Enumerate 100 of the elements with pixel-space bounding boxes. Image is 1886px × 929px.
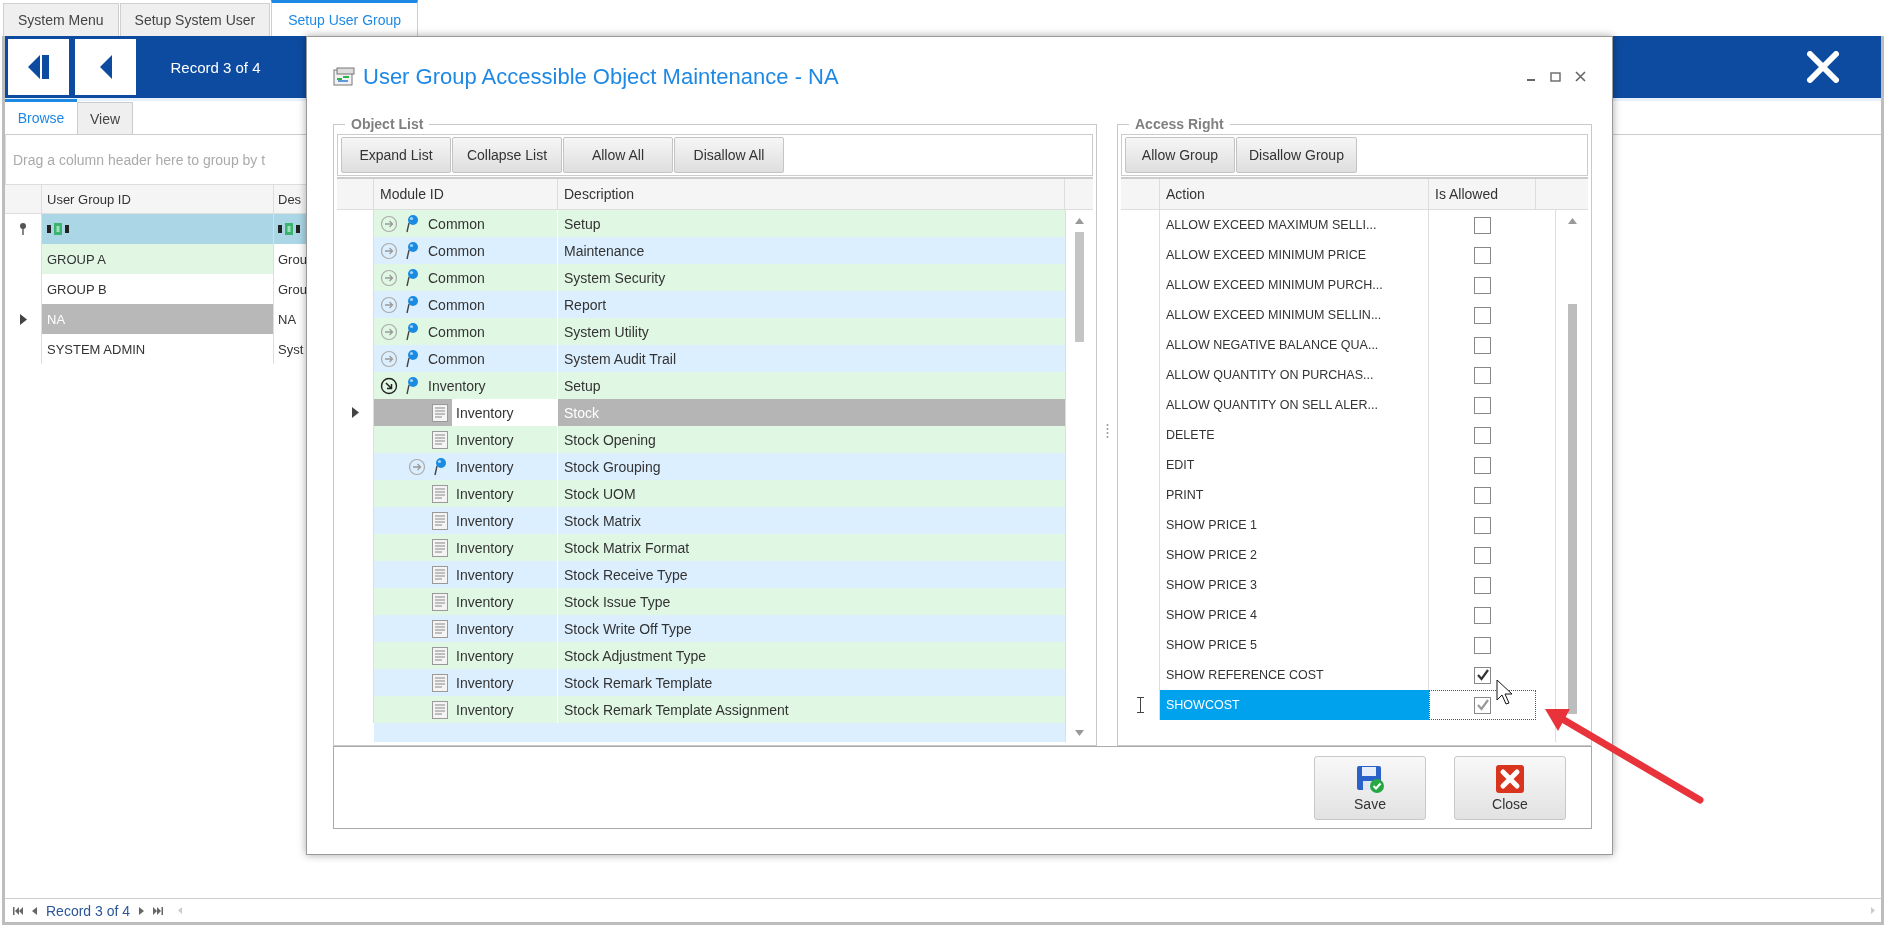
table-row[interactable]: ALLOW EXCEED MINIMUM PURCH... xyxy=(1121,270,1555,300)
checkbox[interactable] xyxy=(1474,306,1491,324)
scroll-up-icon[interactable] xyxy=(1075,218,1084,224)
tree-row[interactable]: Common System Security xyxy=(337,264,1065,291)
expand-icon[interactable] xyxy=(380,241,398,260)
column-header[interactable]: Action xyxy=(1160,179,1429,209)
close-icon[interactable] xyxy=(1575,71,1586,82)
tree-row[interactable]: Common Maintenance xyxy=(337,237,1065,264)
tree-row[interactable]: Inventory Stock Matrix Format xyxy=(337,534,1065,561)
table-row[interactable]: PRINT xyxy=(1121,480,1555,510)
checkbox[interactable] xyxy=(1474,216,1491,234)
previous-record-button[interactable] xyxy=(72,36,139,98)
tree-row[interactable]: Inventory Stock Opening xyxy=(337,426,1065,453)
collapse-icon[interactable] xyxy=(380,376,398,395)
expand-icon[interactable] xyxy=(380,295,398,314)
column-header[interactable]: Is Allowed xyxy=(1429,179,1536,209)
checkbox[interactable] xyxy=(1474,636,1491,654)
table-row[interactable]: ALLOW EXCEED MINIMUM SELLIN... xyxy=(1121,300,1555,330)
column-header[interactable]: Des xyxy=(274,185,308,213)
table-row[interactable]: SHOW PRICE 3 xyxy=(1121,570,1555,600)
checkbox[interactable] xyxy=(1474,246,1491,264)
last-record-icon[interactable] xyxy=(153,906,164,915)
scroll-down-icon[interactable] xyxy=(1075,730,1084,736)
checkbox[interactable] xyxy=(1474,606,1491,624)
table-cell: EDIT xyxy=(1160,450,1429,480)
tree-row[interactable]: Inventory Stock UOM xyxy=(337,480,1065,507)
scrollbar-thumb[interactable] xyxy=(1075,232,1084,342)
next-icon[interactable] xyxy=(139,906,145,915)
checkbox[interactable] xyxy=(1474,396,1491,414)
table-row[interactable]: SYSTEM ADMIN Syst xyxy=(5,334,308,364)
expand-icon[interactable] xyxy=(380,349,398,368)
tree-row[interactable]: Inventory Stock Grouping xyxy=(337,453,1065,480)
tree-row[interactable]: Inventory Stock Write Off Type xyxy=(337,615,1065,642)
text-filter-icon[interactable] xyxy=(47,223,69,235)
checkbox[interactable] xyxy=(1474,546,1491,564)
checkbox[interactable] xyxy=(1474,516,1491,534)
previous-icon[interactable] xyxy=(32,906,37,915)
toolbar-button[interactable]: Expand List xyxy=(341,137,451,173)
tree-row[interactable]: Inventory Stock Adjustment Type xyxy=(337,642,1065,669)
table-row[interactable]: ALLOW QUANTITY ON PURCHAS... xyxy=(1121,360,1555,390)
table-row[interactable]: DELETE xyxy=(1121,420,1555,450)
checkbox[interactable] xyxy=(1474,696,1491,714)
tree-row[interactable]: Inventory Stock Remark Template xyxy=(337,669,1065,696)
tree-row[interactable]: Inventory Stock xyxy=(337,399,1065,426)
table-row[interactable]: ALLOW EXCEED MINIMUM PRICE xyxy=(1121,240,1555,270)
tab[interactable]: View xyxy=(77,102,134,134)
table-cell: Inventory xyxy=(452,399,557,426)
expand-icon[interactable] xyxy=(380,322,398,341)
checkbox[interactable] xyxy=(1474,486,1491,504)
scrollbar-thumb[interactable] xyxy=(1567,304,1577,714)
expand-icon[interactable] xyxy=(380,214,398,233)
tree-row[interactable]: Inventory Stock Receive Type xyxy=(337,561,1065,588)
checkbox[interactable] xyxy=(1474,276,1491,294)
table-row[interactable]: SHOW PRICE 2 xyxy=(1121,540,1555,570)
column-header[interactable]: User Group ID xyxy=(42,185,274,213)
table-row[interactable]: ALLOW EXCEED MAXIMUM SELLI... xyxy=(1121,210,1555,240)
checkbox[interactable] xyxy=(1474,666,1491,684)
expand-icon[interactable] xyxy=(380,268,398,287)
first-record-icon xyxy=(27,55,50,79)
checkbox[interactable] xyxy=(1474,456,1491,474)
tree-row[interactable]: Inventory Stock Issue Type xyxy=(337,588,1065,615)
table-row[interactable]: SHOW PRICE 1 xyxy=(1121,510,1555,540)
table-row[interactable]: ALLOW NEGATIVE BALANCE QUA... xyxy=(1121,330,1555,360)
first-record-button[interactable] xyxy=(5,36,72,98)
column-header[interactable]: Module ID xyxy=(374,179,558,209)
checkbox[interactable] xyxy=(1474,426,1491,444)
tree-row[interactable]: Common System Utility xyxy=(337,318,1065,345)
toolbar-button[interactable]: Collapse List xyxy=(452,137,562,173)
tree-row[interactable]: Common Setup xyxy=(337,210,1065,237)
text-filter-icon[interactable] xyxy=(278,223,300,235)
tab[interactable]: System Menu xyxy=(3,3,119,36)
scroll-up-icon[interactable] xyxy=(1567,218,1577,224)
close-button[interactable]: Close xyxy=(1454,755,1566,820)
tab[interactable]: Setup System User xyxy=(119,3,271,36)
tree-row[interactable]: Inventory Stock Remark Template Assignment xyxy=(337,696,1065,723)
first-record-icon[interactable] xyxy=(13,906,23,915)
expand-icon[interactable] xyxy=(408,457,426,476)
table-row[interactable]: GROUP A Grou xyxy=(5,244,308,274)
toolbar-button[interactable]: Disallow Group xyxy=(1236,137,1357,173)
tree-row[interactable]: Inventory Stock Matrix xyxy=(337,507,1065,534)
table-row[interactable]: NA NA xyxy=(5,304,308,334)
table-row[interactable]: SHOW PRICE 4 xyxy=(1121,600,1555,630)
tree-row[interactable]: Common Report xyxy=(337,291,1065,318)
checkbox[interactable] xyxy=(1474,366,1491,384)
toolbar-button[interactable]: Disallow All xyxy=(674,137,784,173)
toolbar-button[interactable]: Allow Group xyxy=(1125,137,1235,173)
save-button[interactable]: Save xyxy=(1314,755,1426,820)
splitter-grip-icon[interactable] xyxy=(1105,423,1109,439)
tree-row[interactable]: Common System Audit Trail xyxy=(337,345,1065,372)
table-row[interactable]: SHOW PRICE 5 xyxy=(1121,630,1555,660)
checkbox[interactable] xyxy=(1474,576,1491,594)
pin-icon xyxy=(405,375,419,396)
maximize-icon[interactable] xyxy=(1550,71,1561,82)
tree-row[interactable]: Inventory Setup xyxy=(337,372,1065,399)
column-header[interactable]: Description xyxy=(558,179,1065,209)
checkbox[interactable] xyxy=(1474,336,1491,354)
table-row[interactable]: ALLOW QUANTITY ON SELL ALER... xyxy=(1121,390,1555,420)
toolbar-button[interactable]: Allow All xyxy=(563,137,673,173)
table-row[interactable]: EDIT xyxy=(1121,450,1555,480)
tab[interactable]: Setup User Group xyxy=(271,0,419,36)
